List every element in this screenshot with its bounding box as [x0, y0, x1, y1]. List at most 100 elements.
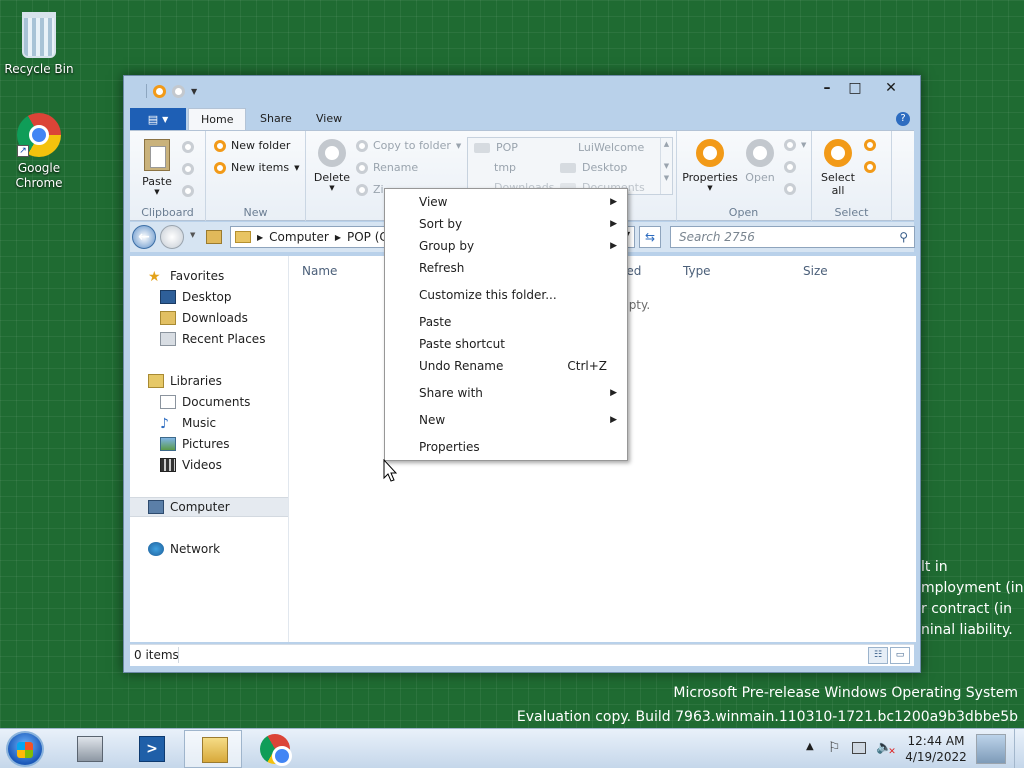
invert-selection-button[interactable] [864, 161, 876, 173]
minimize-button[interactable]: – [814, 79, 840, 97]
menu-item-paste[interactable]: Paste [385, 311, 627, 333]
file-menu-icon: ▤ [147, 112, 159, 126]
nav-pictures[interactable]: Pictures [130, 434, 288, 454]
tab-home[interactable]: Home [188, 108, 247, 131]
recent-locations-icon[interactable]: ▼ [190, 231, 195, 239]
title-bar[interactable]: ▼ – □ ✕ [124, 76, 920, 106]
qat-dropdown-icon[interactable]: ▼ [191, 87, 197, 96]
submenu-arrow-icon: ▶ [610, 415, 617, 425]
nav-downloads[interactable]: Downloads [130, 308, 288, 328]
column-header-type[interactable]: Type [683, 264, 711, 278]
cut-line-3: r contract (in [921, 601, 1013, 617]
nav-documents[interactable]: Documents [130, 392, 288, 412]
quick-folder-list[interactable]: POP LuiWelcome tmp Desktop Downloads Doc… [467, 137, 673, 195]
forward-button[interactable] [160, 225, 184, 249]
new-folder-label: New folder [231, 139, 291, 152]
history-button[interactable] [784, 161, 796, 173]
list-item[interactable]: LuiWelcome [578, 141, 644, 154]
back-button[interactable]: ← [132, 225, 156, 249]
nav-network[interactable]: Network [130, 539, 288, 559]
list-item[interactable]: POP [474, 141, 518, 154]
taskbar-powershell[interactable]: > [122, 730, 180, 768]
nav-favorites[interactable]: ★ Favorites [130, 266, 288, 286]
menu-item-customize-folder[interactable]: Customize this folder... [385, 284, 627, 306]
list-scrollbar[interactable]: ▲ ▼ ▼ [660, 138, 672, 194]
breadcrumb-pop[interactable]: POP (C [347, 230, 388, 244]
menu-item-properties[interactable]: Properties [385, 436, 627, 458]
quick-access-toolbar: ▼ [146, 84, 197, 98]
properties-icon [696, 139, 724, 167]
properties-button[interactable]: Properties ▼ [682, 139, 738, 192]
user-avatar[interactable] [976, 734, 1006, 764]
open-with-button[interactable] [784, 183, 796, 195]
nav-computer[interactable]: Computer [130, 497, 288, 517]
copy-to-folder-button[interactable]: Copy to folder ▼ [356, 139, 461, 152]
taskbar-clock[interactable]: 12:44 AM 4/19/2022 [904, 733, 968, 765]
list-item[interactable]: Desktop [560, 161, 627, 174]
taskbar-chrome[interactable] [246, 730, 304, 768]
volume-muted-icon[interactable]: 🔈✕ [876, 740, 900, 757]
drive-icon [474, 142, 490, 153]
menu-item-undo-rename[interactable]: Undo Rename Ctrl+Z [385, 355, 627, 377]
start-button[interactable] [6, 731, 44, 767]
new-items-button[interactable]: New items ▼ [214, 161, 299, 174]
edit-button[interactable]: ▼ [784, 139, 806, 151]
column-header-name[interactable]: Name [302, 264, 337, 278]
menu-item-refresh[interactable]: Refresh [385, 257, 627, 279]
open-with-icon [784, 183, 796, 195]
search-icon[interactable]: ⚲ [899, 227, 908, 247]
action-center-flag-icon[interactable]: ⚐ [828, 740, 841, 756]
nav-recent-places[interactable]: Recent Places [130, 329, 288, 349]
up-folder-icon[interactable] [206, 230, 222, 244]
submenu-arrow-icon: ▶ [610, 219, 617, 229]
menu-item-view[interactable]: View ▶ [385, 191, 627, 213]
paste-label: Paste [142, 175, 172, 188]
tab-share[interactable]: Share [248, 108, 304, 130]
breadcrumb-computer[interactable]: Computer [269, 230, 329, 244]
menu-item-sort-by[interactable]: Sort by ▶ [385, 213, 627, 235]
maximize-button[interactable]: □ [842, 79, 868, 97]
cut-button[interactable] [182, 141, 194, 153]
file-menu-button[interactable]: ▤ ▼ [130, 108, 186, 130]
zip-button[interactable]: Zi [356, 183, 384, 196]
recycle-bin-shortcut[interactable]: Recycle Bin [0, 8, 79, 76]
nav-music[interactable]: ♪ Music [130, 413, 288, 433]
nav-videos[interactable]: Videos [130, 455, 288, 475]
tab-view[interactable]: View [304, 108, 354, 130]
select-none-button[interactable] [864, 139, 876, 151]
breadcrumb-arrow-icon: ▶ [257, 232, 264, 242]
column-header-size[interactable]: Size [803, 264, 828, 278]
libraries-icon [148, 374, 164, 388]
search-input[interactable]: Search 2756 ⚲ [670, 226, 915, 248]
new-folder-button[interactable]: New folder [214, 139, 290, 152]
details-view-button[interactable]: ☷ [868, 647, 888, 664]
rename-label: Rename [373, 161, 419, 174]
nav-libraries[interactable]: Libraries [130, 371, 288, 391]
open-button[interactable]: Open [740, 139, 780, 184]
large-icons-view-button[interactable]: ▭ [890, 647, 910, 664]
paste-button[interactable]: Paste ▼ [138, 139, 176, 196]
help-icon[interactable]: ? [896, 112, 910, 126]
qat-properties-icon[interactable] [153, 84, 166, 98]
folder-icon [235, 231, 251, 243]
refresh-button[interactable]: ⇆ [639, 226, 661, 248]
nav-desktop[interactable]: Desktop [130, 287, 288, 307]
menu-item-group-by[interactable]: Group by ▶ [385, 235, 627, 257]
menu-item-paste-shortcut[interactable]: Paste shortcut [385, 333, 627, 355]
rename-button[interactable]: Rename [356, 161, 418, 174]
menu-item-new[interactable]: New ▶ [385, 409, 627, 431]
taskbar-file-explorer[interactable] [184, 730, 242, 768]
show-hidden-icons-icon[interactable]: ▲ [806, 741, 814, 752]
copy-button[interactable] [182, 163, 194, 175]
taskbar-server-manager[interactable] [60, 730, 118, 768]
qat-new-folder-icon[interactable] [172, 84, 185, 98]
google-chrome-shortcut[interactable]: ↗ Google Chrome [0, 113, 79, 191]
select-all-button[interactable]: Select all [818, 139, 858, 197]
show-desktop-button[interactable] [1014, 729, 1024, 768]
list-item[interactable]: tmp [494, 161, 516, 174]
copy-path-button[interactable] [182, 185, 194, 197]
delete-button[interactable]: Delete ▼ [310, 139, 354, 192]
menu-item-share-with[interactable]: Share with ▶ [385, 382, 627, 404]
network-tray-icon[interactable] [852, 742, 866, 754]
close-button[interactable]: ✕ [878, 79, 904, 97]
